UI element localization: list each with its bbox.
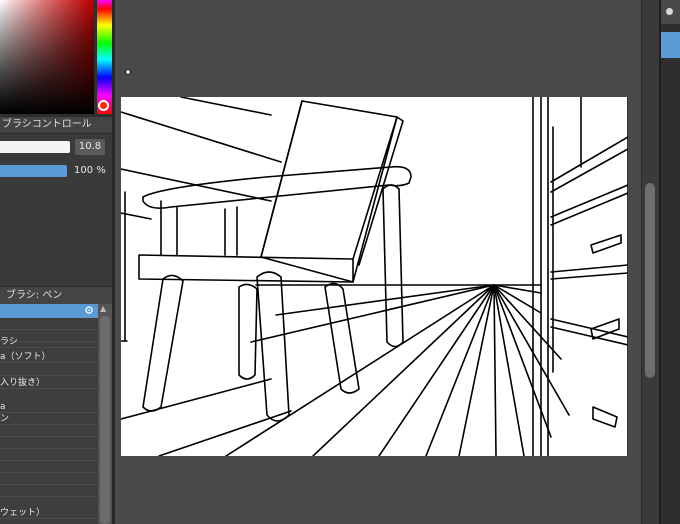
list-item[interactable] — [0, 437, 98, 449]
list-item[interactable] — [0, 425, 98, 437]
brush-list: ⚙ ラシ a（ソフト） 入り抜き） a ン ウェット） — [0, 304, 98, 524]
list-item[interactable]: a（ソフト） — [0, 351, 98, 363]
list-item[interactable] — [0, 485, 98, 497]
saturation-value-square[interactable] — [0, 0, 94, 114]
hue-marker-handle[interactable] — [98, 100, 109, 111]
brush-item-label: a（ソフト） — [0, 352, 51, 362]
brush-item-label: a — [0, 402, 6, 412]
list-item[interactable]: a — [0, 401, 98, 413]
chair-perspective-drawing — [121, 97, 628, 456]
brush-item-label: ン — [0, 414, 10, 424]
right-side-panel — [659, 0, 680, 524]
list-item[interactable]: ウェット） — [0, 507, 98, 519]
list-item[interactable] — [0, 473, 98, 485]
list-item[interactable]: ン — [0, 413, 98, 425]
list-item[interactable]: ラシ — [0, 336, 98, 348]
color-picker — [0, 0, 114, 116]
brush-control-panel-header: ブラシコントロール — [0, 116, 114, 134]
brush-item-label: 入り抜き） — [0, 378, 46, 388]
list-item[interactable] — [0, 318, 98, 330]
list-item[interactable]: 入り抜き） — [0, 377, 98, 389]
hue-slider[interactable] — [97, 0, 112, 114]
list-item[interactable] — [0, 364, 98, 376]
brush-item-label: ウェット） — [0, 508, 46, 518]
brush-opacity-value: 100 % — [74, 165, 106, 176]
brush-list-scroll-thumb[interactable] — [100, 316, 110, 524]
radio-dot-icon[interactable] — [666, 8, 673, 15]
list-item[interactable] — [0, 461, 98, 473]
brush-item-selected[interactable]: ⚙ — [0, 304, 98, 318]
chevron-up-icon[interactable]: ▲ — [100, 305, 106, 313]
brush-opacity-slider[interactable] — [0, 165, 67, 177]
list-item[interactable] — [0, 449, 98, 461]
brush-cursor — [125, 69, 131, 75]
brush-size-slider[interactable] — [0, 141, 70, 153]
gear-icon[interactable]: ⚙ — [84, 304, 94, 318]
brush-size-value[interactable]: 10.8 — [75, 139, 105, 155]
brush-list-title: ブラシ: ペン — [6, 290, 63, 301]
brush-item-label: ラシ — [0, 337, 18, 347]
drawing-canvas[interactable] — [121, 97, 628, 456]
brush-control-title: ブラシコントロール — [2, 119, 92, 130]
canvas-scroll-thumb[interactable] — [645, 183, 655, 378]
brush-list-panel-header: ブラシ: ペン — [0, 286, 114, 305]
right-panel-selected-item[interactable] — [661, 32, 680, 58]
